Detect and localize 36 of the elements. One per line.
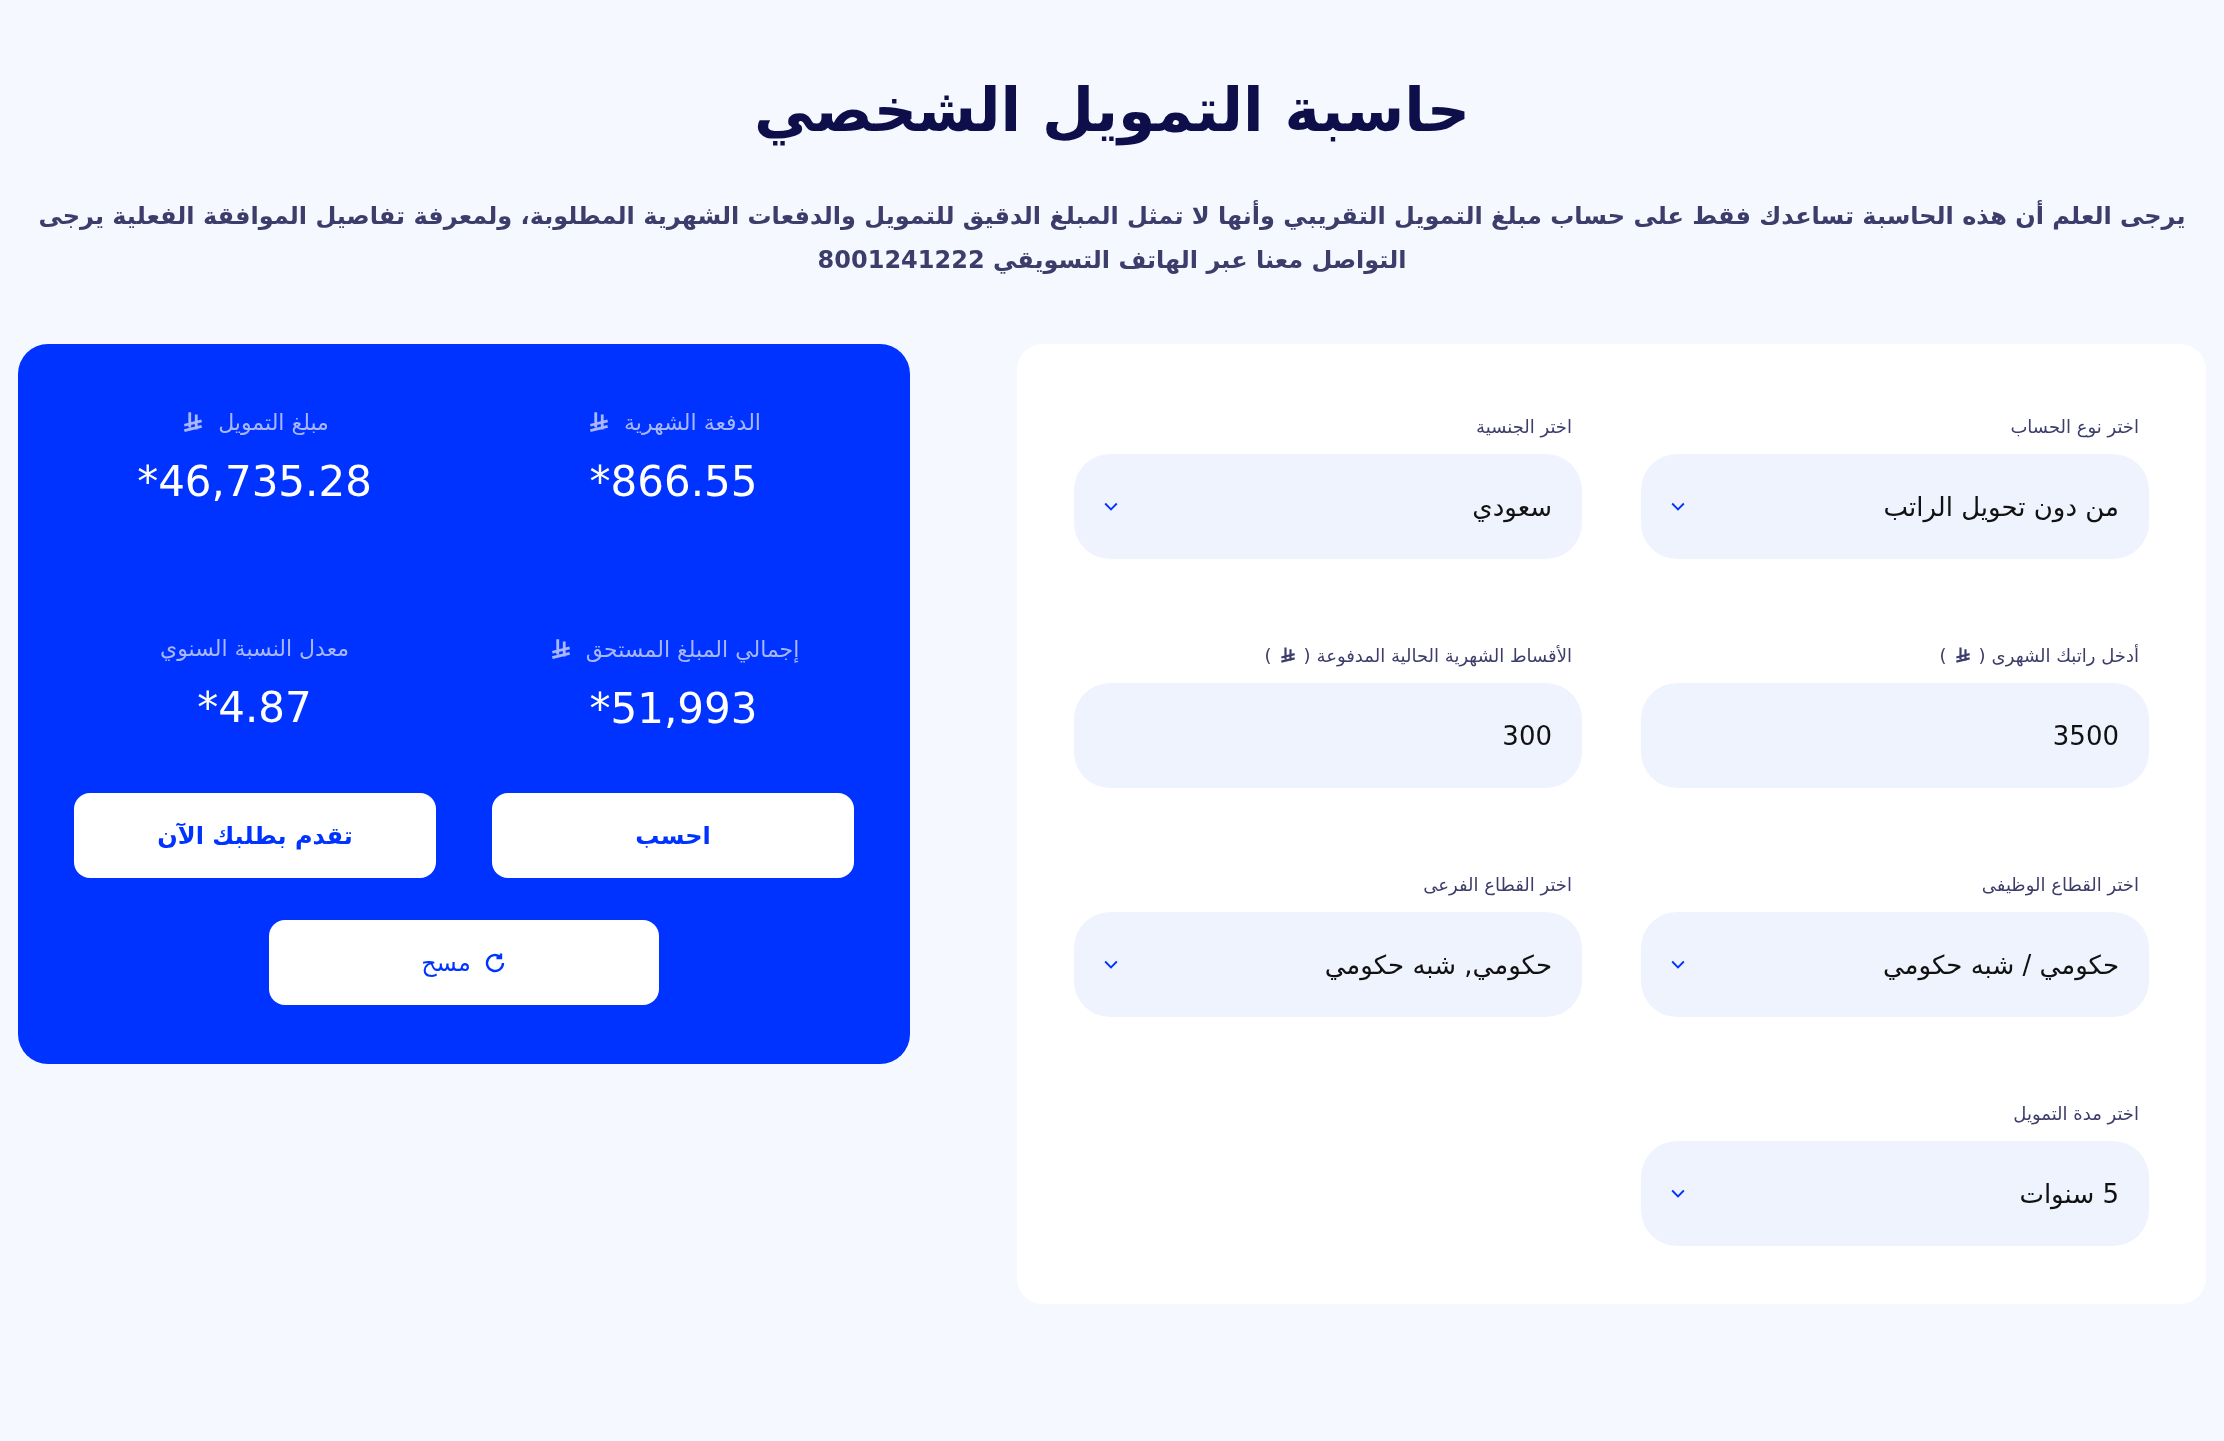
field-label: الأقساط الشهرية الحالية المدفوعة <box>1316 644 1572 666</box>
paren-text: ( <box>1978 644 1986 666</box>
stat-value: *46,735.28 <box>137 457 372 506</box>
chevron-down-icon <box>1671 501 1685 512</box>
field-label: اختر نوع الحساب <box>2010 415 2139 437</box>
stat-label: إجمالي المبلغ المستحق <box>585 636 800 662</box>
clear-button[interactable]: مسح <box>269 920 659 1005</box>
stat-value: *4.87 <box>197 683 312 732</box>
input-field[interactable]: 3500 <box>1641 683 2149 788</box>
chevron-down-icon <box>1104 501 1118 512</box>
stat-value: *866.55 <box>589 457 758 506</box>
input-field[interactable]: 300 <box>1074 683 1582 788</box>
select-field[interactable]: من دون تحويل الراتب <box>1641 454 2149 559</box>
field-label: اختر القطاع الفرعى <box>1423 873 1572 895</box>
field-label: اختر الجنسية <box>1476 415 1572 437</box>
field-label: اختر القطاع الوظيفى <box>1981 873 2139 895</box>
select-field[interactable]: حكومي, شبه حكومي <box>1074 912 1582 1017</box>
select-field[interactable]: حكومي / شبه حكومي <box>1641 912 2149 1017</box>
select-field[interactable]: 5 سنوات <box>1641 1141 2149 1246</box>
stat-label: الدفعة الشهرية <box>624 409 761 435</box>
paren-text: ) <box>1264 644 1272 666</box>
stat-value: *51,993 <box>589 684 758 733</box>
action-button[interactable]: تقدم بطلبك الآن <box>74 793 436 878</box>
field-label: أدخل راتبك الشهرى <box>1991 644 2139 666</box>
stat-label: معدل النسبة السنوي <box>159 636 350 661</box>
chevron-down-icon <box>1671 959 1685 970</box>
page-title: حاسبة التمويل الشخصي <box>752 74 1472 148</box>
stat-label: مبلغ التمويل <box>218 409 329 435</box>
paren-text: ( <box>1303 644 1311 666</box>
chevron-down-icon <box>1671 1188 1685 1199</box>
field-label: اختر مدة التمويل <box>2013 1102 2139 1124</box>
chevron-down-icon <box>1104 959 1118 970</box>
paren-text: ) <box>1939 644 1947 666</box>
action-button[interactable]: احسب <box>492 793 854 878</box>
notice-text: يرجى العلم أن هذه الحاسبة تساعدك فقط على حساب مبلغ التمويل التقريبي وأنها لا تمثل المبلغ الدقيق للتمويل والدفعات الشهرية المطلوبة، ولمعرفة تفاصيل الموافقة الفعلية يرجى التواصل معنا عبر الهاتف التسويقي 8001241222 <box>37 199 2187 276</box>
select-field[interactable]: سعودي <box>1074 454 1582 559</box>
